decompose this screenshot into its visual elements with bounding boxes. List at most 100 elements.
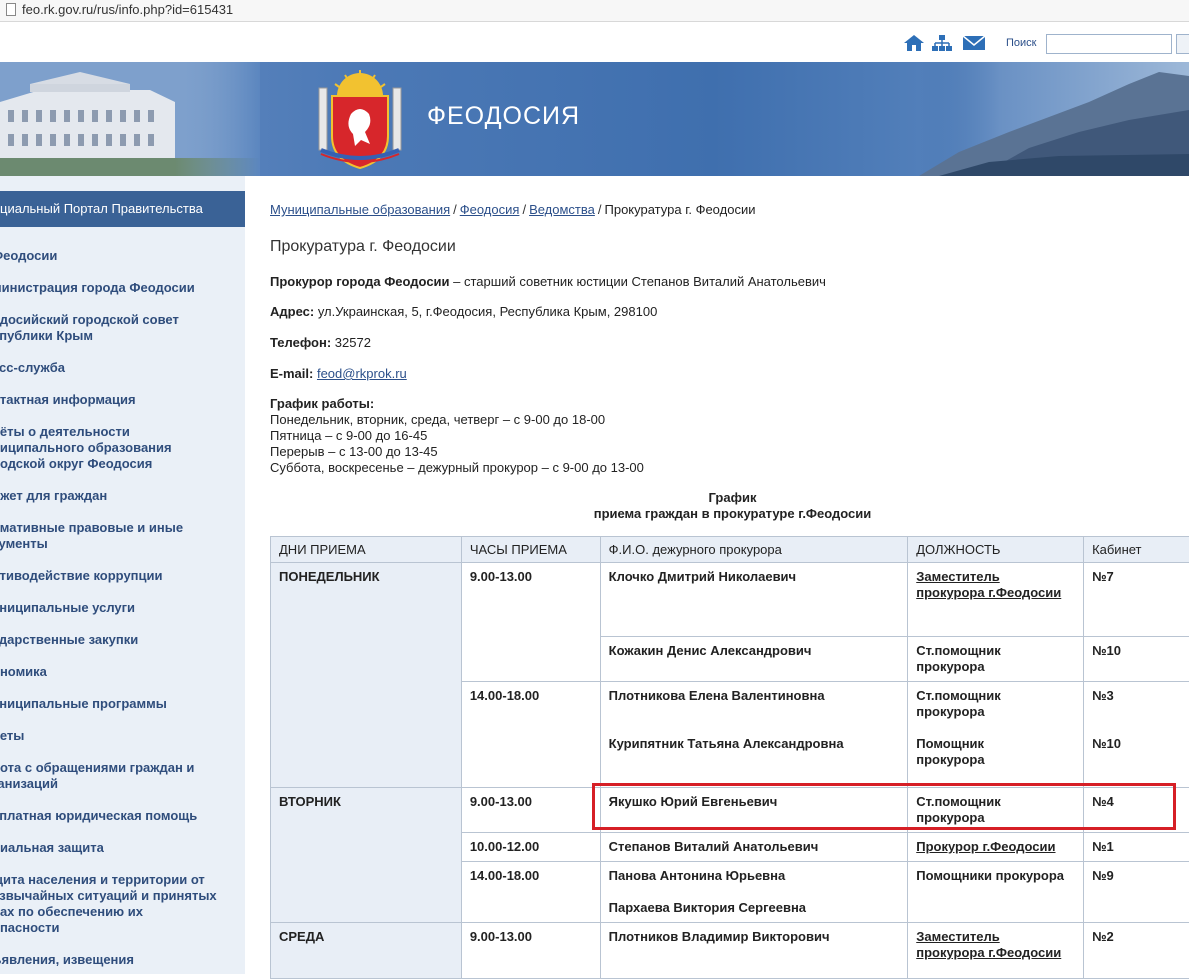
city-title: ФЕОДОСИЯ — [427, 102, 580, 131]
phone-label: Телефон: — [270, 335, 331, 350]
email-link[interactable]: feod@rkprok.ru — [317, 366, 407, 381]
reception-table-title: График приема граждан в прокуратуре г.Фе… — [270, 490, 1189, 522]
sidebar-item-feodosia[interactable]: Феодосии — [0, 248, 57, 264]
schedule-line: Суббота, воскресенье – дежурный прокурор… — [270, 460, 644, 476]
room-text: №10 — [1092, 736, 1186, 752]
phone-text: 32572 — [331, 335, 371, 350]
reception-title-line-1: График — [270, 490, 1189, 506]
sidebar-item-administration[interactable]: министрация города Феодосии — [0, 280, 195, 296]
address-label: Адрес: — [270, 304, 314, 319]
schedule-line: Пятница – с 9-00 до 16-45 — [270, 428, 644, 444]
reception-schedule-table: ДНИ ПРИЕМА ЧАСЫ ПРИЕМА Ф.И.О. дежурного … — [270, 536, 1189, 979]
room-cell: №1 — [1084, 833, 1189, 862]
work-schedule: График работы: Понедельник, вторник, сре… — [270, 396, 644, 476]
room-cell: №10 — [1084, 637, 1189, 682]
schedule-line: Перерыв – с 13-00 до 13-45 — [270, 444, 644, 460]
sidebar-item-press-service[interactable]: есс-служба — [0, 360, 65, 376]
email-line: E-mail: feod@rkprok.ru — [270, 366, 407, 381]
hours-cell: 9.00-13.00 — [461, 923, 600, 979]
highlight-box — [592, 783, 1176, 830]
sitemap-icon[interactable] — [931, 34, 953, 52]
name-text: Пархаева Виктория Сергеевна — [609, 900, 900, 916]
page-icon — [6, 3, 16, 16]
hours-cell: 14.00-18.00 — [461, 862, 600, 923]
name-cell: Панова Антонина Юрьевна Пархаева Виктория… — [600, 862, 908, 923]
sidebar-item-procurement[interactable]: ударственные закупки — [0, 632, 138, 648]
breadcrumb-municipalities[interactable]: Муниципальные образования — [270, 202, 450, 217]
day-monday: ПОНЕДЕЛЬНИК — [271, 563, 462, 788]
room-cell: №3 №10 — [1084, 682, 1189, 788]
position-cell: Ст.помощник прокурора — [908, 637, 1084, 682]
phone-line: Телефон: 32572 — [270, 335, 371, 350]
sidebar-item-municipal-services[interactable]: униципальные услуги — [0, 600, 135, 616]
sidebar-item-civil-protection[interactable]: щита населения и территории от езвычайны… — [0, 872, 217, 936]
hours-cell: 14.00-18.00 — [461, 682, 600, 788]
sidebar-item-citizen-appeals[interactable]: бота с обращениями граждан и ганизаций — [0, 760, 194, 792]
position-link[interactable]: Заместитель прокурора г.Феодосии — [916, 929, 1061, 960]
header-name: Ф.И.О. дежурного прокурора — [600, 537, 908, 563]
sidebar-item-councils[interactable]: неты — [0, 728, 24, 744]
breadcrumb: Муниципальные образования/Феодосия/Ведом… — [270, 202, 755, 217]
sidebar-item-municipal-programs[interactable]: униципальные программы — [0, 696, 167, 712]
sidebar-item-anticorruption[interactable]: отиводействие коррупции — [0, 568, 163, 584]
sidebar-item-social-protection[interactable]: циальная защита — [0, 840, 104, 856]
url-text[interactable]: feo.rk.gov.ru/rus/info.php?id=615431 — [22, 2, 233, 17]
breadcrumb-agencies[interactable]: Ведомства — [529, 202, 595, 217]
hours-cell: 9.00-13.00 — [461, 788, 600, 833]
reception-title-line-2: приема граждан в прокуратуре г.Феодосии — [270, 506, 1189, 522]
room-text: №3 — [1092, 688, 1186, 704]
address-bar[interactable]: feo.rk.gov.ru/rus/info.php?id=615431 — [0, 0, 1189, 22]
mail-icon[interactable] — [962, 34, 986, 52]
prosecutor-label: Прокурор города Феодосии — [270, 274, 450, 289]
search-input[interactable] — [1046, 34, 1172, 54]
sidebar-item-budget[interactable]: джет для граждан — [0, 488, 107, 504]
position-cell: Помощники прокурора — [908, 862, 1084, 923]
position-cell: Заместитель прокурора г.Феодосии — [908, 563, 1084, 637]
room-cell: №9 — [1084, 862, 1189, 923]
position-text: Помощник прокурора — [916, 736, 1075, 768]
name-cell: Кожакин Денис Александрович — [600, 637, 908, 682]
schedule-line: Понедельник, вторник, среда, четверг – с… — [270, 412, 644, 428]
sidebar-item-economy[interactable]: ономика — [0, 664, 47, 680]
page-title: Прокуратура г. Феодосии — [270, 238, 456, 256]
name-cell: Плотникова Елена Валентиновна Курипятник … — [600, 682, 908, 788]
breadcrumb-separator: / — [522, 202, 526, 217]
sidebar-item-announcements[interactable]: ъявления, извещения — [0, 952, 134, 968]
search-label: Поиск — [1006, 37, 1036, 49]
sidebar-item-city-council[interactable]: одосийский городской совет спублики Крым — [0, 312, 179, 344]
top-toolbar: Поиск — [0, 22, 1189, 62]
sidebar-item-legal-aid[interactable]: сплатная юридическая помощь — [0, 808, 197, 824]
header-position: ДОЛЖНОСТЬ — [908, 537, 1084, 563]
mountains-image — [919, 62, 1189, 176]
address-text: ул.Украинская, 5, г.Феодосия, Республика… — [314, 304, 657, 319]
header-days: ДНИ ПРИЕМА — [271, 537, 462, 563]
table-row: СРЕДА 9.00-13.00 Плотников Владимир Викт… — [271, 923, 1189, 979]
day-wednesday: СРЕДА — [271, 923, 462, 979]
sidebar-item-normative-acts[interactable]: рмативные правовые и иные кументы — [0, 520, 183, 552]
position-cell: Прокурор г.Феодосии — [908, 833, 1084, 862]
sidebar-portal-link[interactable]: циальный Портал Правительства — [0, 191, 245, 227]
sidebar: циальный Портал Правительства Феодосии м… — [0, 176, 245, 974]
main-content: Муниципальные образования/Феодосия/Ведом… — [270, 176, 1189, 974]
breadcrumb-current: Прокуратура г. Феодосии — [605, 202, 756, 217]
position-link[interactable]: Прокурор г.Феодосии — [916, 839, 1055, 854]
home-icon[interactable] — [903, 34, 925, 52]
name-text: Панова Антонина Юрьевна — [609, 868, 900, 884]
government-building-image — [0, 62, 260, 176]
name-text: Плотникова Елена Валентиновна — [609, 688, 900, 704]
name-cell: Плотников Владимир Викторович — [600, 923, 908, 979]
sidebar-item-contacts[interactable]: нтактная информация — [0, 392, 136, 408]
coat-of-arms-emblem — [315, 66, 405, 172]
breadcrumb-feodosia[interactable]: Феодосия — [460, 202, 520, 217]
position-link[interactable]: Заместитель прокурора г.Феодосии — [916, 569, 1061, 600]
room-cell: №7 — [1084, 563, 1189, 637]
name-cell: Степанов Виталий Анатольевич — [600, 833, 908, 862]
position-text: Ст.помощник прокурора — [916, 688, 1075, 720]
schedule-label: График работы: — [270, 396, 374, 411]
position-cell: Ст.помощник прокурора Помощник прокурора — [908, 682, 1084, 788]
table-row: ПОНЕДЕЛЬНИК 9.00-13.00 Клочко Дмитрий Ни… — [271, 563, 1189, 637]
table-header-row: ДНИ ПРИЕМА ЧАСЫ ПРИЕМА Ф.И.О. дежурного … — [271, 537, 1189, 563]
search-button[interactable] — [1176, 34, 1189, 54]
name-text: Курипятник Татьяна Александровна — [609, 736, 900, 752]
sidebar-item-reports[interactable]: нёты о деятельности ниципального образов… — [0, 424, 172, 472]
